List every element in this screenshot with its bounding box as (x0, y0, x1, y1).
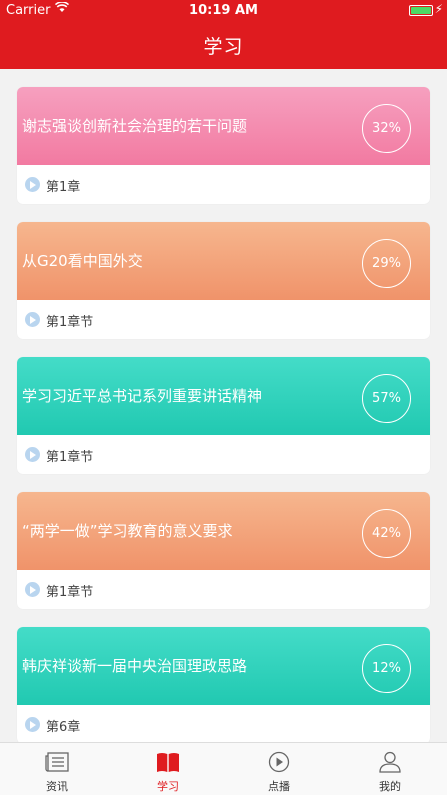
chapter-label: 第1章节 (46, 315, 94, 330)
course-title: “两学一做”学习教育的意义要求 (22, 522, 233, 540)
progress-ring: 57% (362, 374, 411, 423)
progress-label: 12% (372, 661, 401, 676)
course-title: 谢志强谈创新社会治理的若干问题 (22, 117, 248, 135)
play-icon (25, 447, 40, 462)
news-icon (45, 752, 69, 772)
progress-ring: 12% (362, 644, 411, 693)
course-title: 学习习近平总书记系列重要讲话精神 (22, 387, 263, 405)
battery-icon (409, 5, 433, 16)
course-card[interactable]: 从G20看中国外交 29% 第1章节 (17, 222, 430, 339)
course-card[interactable]: 韩庆祥谈新一届中央治国理政思路 12% 第6章 (17, 627, 430, 742)
page-title: 学习 (203, 36, 244, 58)
course-banner[interactable]: 学习习近平总书记系列重要讲话精神 57% (17, 357, 430, 435)
tab-profile[interactable]: 我的 (340, 743, 440, 795)
chapter-row[interactable]: 第1章 (17, 165, 430, 204)
profile-icon (379, 751, 401, 773)
progress-label: 42% (372, 526, 401, 541)
play-icon (25, 177, 40, 192)
progress-label: 32% (372, 121, 401, 136)
charging-icon: ⚡ (434, 2, 443, 16)
course-banner[interactable]: 从G20看中国外交 29% (17, 222, 430, 300)
course-banner[interactable]: “两学一做”学习教育的意义要求 42% (17, 492, 430, 570)
course-banner[interactable]: 谢志强谈创新社会治理的若干问题 32% (17, 87, 430, 165)
progress-ring: 29% (362, 239, 411, 288)
clock: 10:19 AM (189, 3, 258, 18)
tab-vod[interactable]: 点播 (229, 743, 329, 795)
course-title: 从G20看中国外交 (22, 252, 143, 270)
course-list[interactable]: 谢志强谈创新社会治理的若干问题 32% 第1章 从G20看中国外交 29% 第1… (0, 69, 447, 742)
chapter-row[interactable]: 第1章节 (17, 300, 430, 339)
chapter-row[interactable]: 第6章 (17, 705, 430, 742)
book-icon (157, 753, 179, 772)
chapter-label: 第6章 (46, 720, 81, 735)
course-banner[interactable]: 韩庆祥谈新一届中央治国理政思路 12% (17, 627, 430, 705)
tab-bar: 资讯 学习 点播 我的 (0, 742, 447, 795)
tab-study[interactable]: 学习 (118, 743, 218, 795)
progress-ring: 32% (362, 104, 411, 153)
chapter-label: 第1章节 (46, 585, 94, 600)
course-card[interactable]: “两学一做”学习教育的意义要求 42% 第1章节 (17, 492, 430, 609)
progress-label: 57% (372, 391, 401, 406)
play-icon (268, 751, 290, 773)
tab-label: 资讯 (46, 780, 68, 793)
chapter-row[interactable]: 第1章节 (17, 435, 430, 474)
chapter-label: 第1章节 (46, 450, 94, 465)
play-icon (25, 582, 40, 597)
tab-news[interactable]: 资讯 (7, 743, 107, 795)
tab-label: 学习 (157, 780, 179, 793)
course-title: 韩庆祥谈新一届中央治国理政思路 (22, 657, 248, 675)
play-icon (25, 717, 40, 732)
progress-label: 29% (372, 256, 401, 271)
tab-label: 我的 (379, 780, 401, 793)
course-card[interactable]: 谢志强谈创新社会治理的若干问题 32% 第1章 (17, 87, 430, 204)
course-card[interactable]: 学习习近平总书记系列重要讲话精神 57% 第1章节 (17, 357, 430, 474)
chapter-label: 第1章 (46, 180, 81, 195)
chapter-row[interactable]: 第1章节 (17, 570, 430, 609)
progress-ring: 42% (362, 509, 411, 558)
nav-header: Carrier 10:19 AM ⚡ 学习 (0, 0, 447, 69)
tab-label: 点播 (268, 780, 290, 793)
status-bar: Carrier 10:19 AM ⚡ (0, 0, 447, 22)
play-icon (25, 312, 40, 327)
